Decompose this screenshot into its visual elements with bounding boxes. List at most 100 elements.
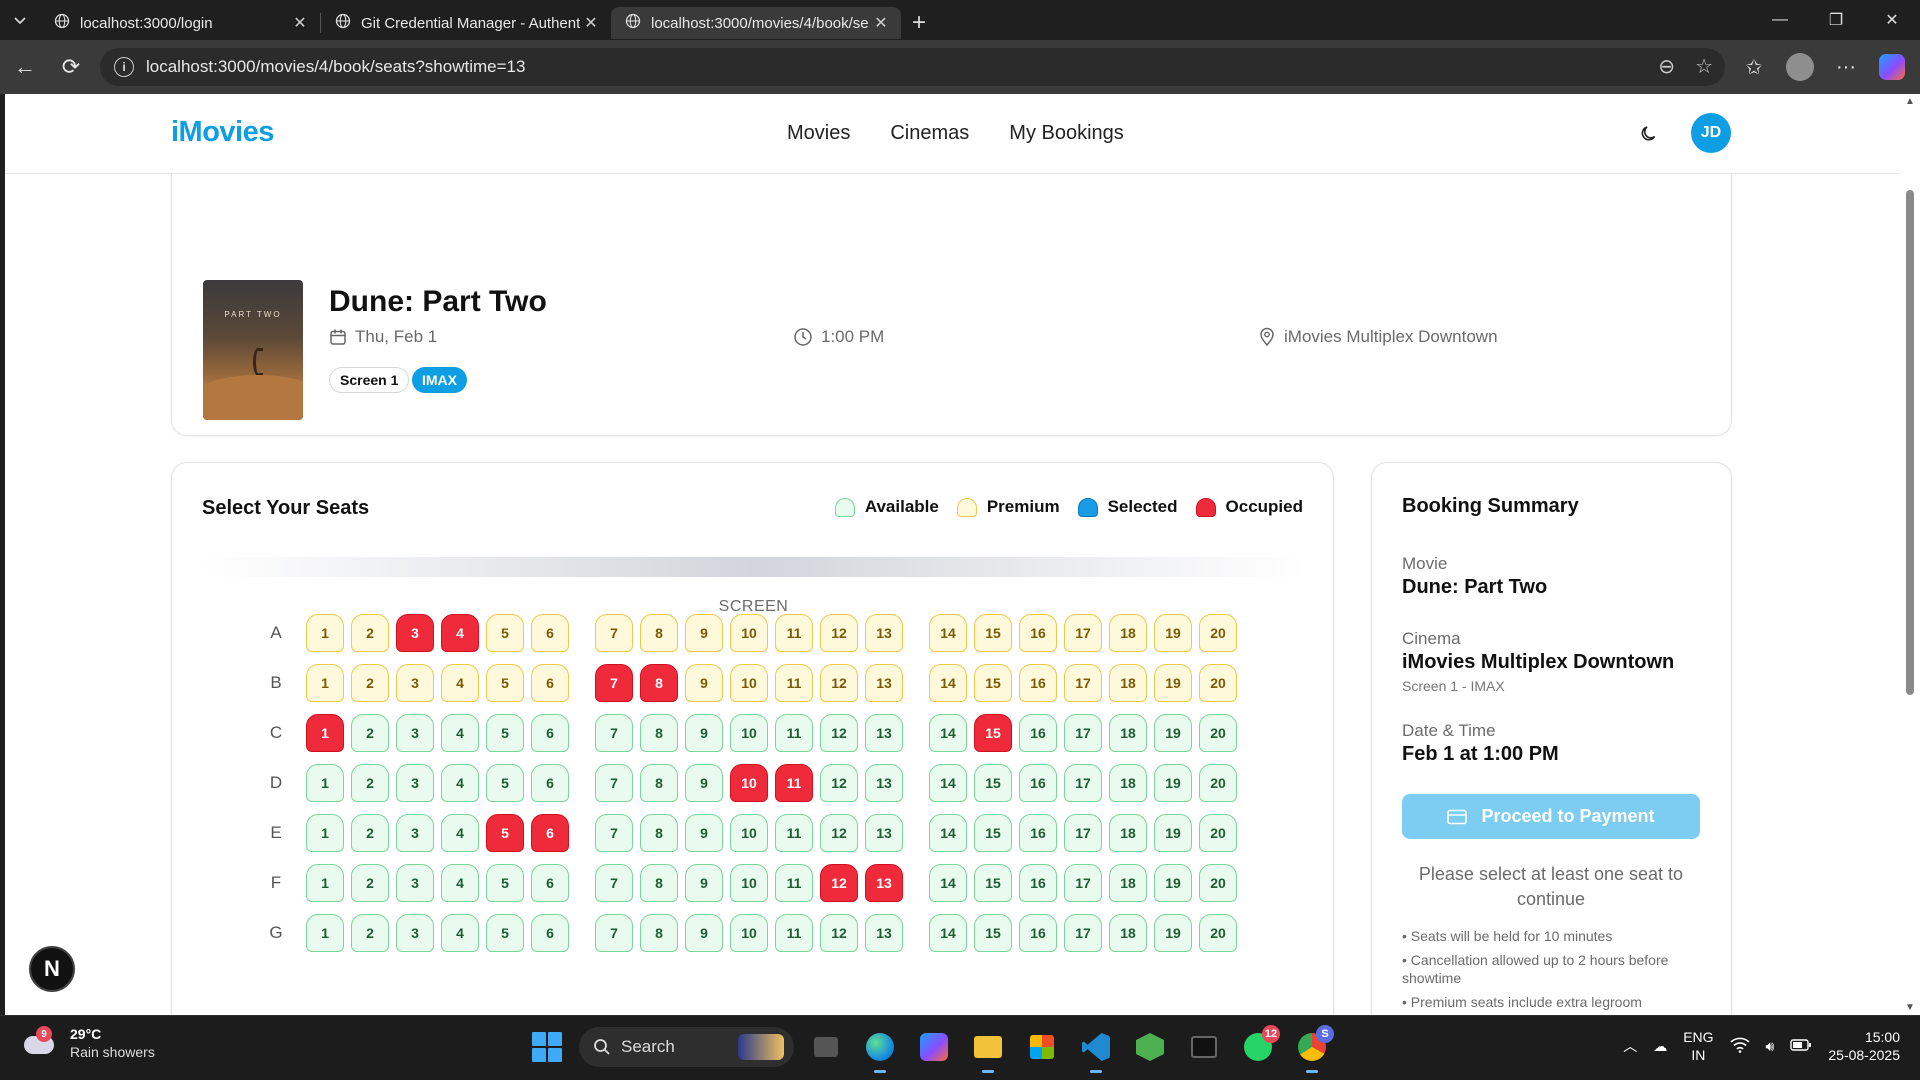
seat-c19[interactable]: 19 bbox=[1154, 714, 1192, 752]
seat-f16[interactable]: 16 bbox=[1019, 864, 1057, 902]
tab-actions-chevron-icon[interactable] bbox=[0, 0, 40, 40]
seat-b12[interactable]: 12 bbox=[820, 664, 858, 702]
seat-e11[interactable]: 11 bbox=[775, 814, 813, 852]
seat-a9[interactable]: 9 bbox=[685, 614, 723, 652]
seat-b9[interactable]: 9 bbox=[685, 664, 723, 702]
task-view-icon[interactable] bbox=[804, 1025, 848, 1069]
seat-f7[interactable]: 7 bbox=[595, 864, 633, 902]
seat-g1[interactable]: 1 bbox=[306, 914, 344, 952]
seat-f19[interactable]: 19 bbox=[1154, 864, 1192, 902]
taskbar-search[interactable]: Search bbox=[579, 1027, 794, 1067]
seat-g4[interactable]: 4 bbox=[441, 914, 479, 952]
seat-e7[interactable]: 7 bbox=[595, 814, 633, 852]
back-arrow-icon[interactable]: ← bbox=[2, 47, 48, 87]
seat-b16[interactable]: 16 bbox=[1019, 664, 1057, 702]
seat-e13[interactable]: 13 bbox=[865, 814, 903, 852]
seat-c7[interactable]: 7 bbox=[595, 714, 633, 752]
browser-tab-login[interactable]: localhost:3000/login ✕ bbox=[40, 7, 320, 39]
seat-b13[interactable]: 13 bbox=[865, 664, 903, 702]
seat-g15[interactable]: 15 bbox=[974, 914, 1012, 952]
seat-g2[interactable]: 2 bbox=[351, 914, 389, 952]
nav-cinemas[interactable]: Cinemas bbox=[890, 122, 969, 145]
reload-icon[interactable]: ⟳ bbox=[48, 47, 94, 87]
seat-g17[interactable]: 17 bbox=[1064, 914, 1102, 952]
browser-tab-book-seats[interactable]: localhost:3000/movies/4/book/se ✕ bbox=[611, 7, 901, 39]
seat-g9[interactable]: 9 bbox=[685, 914, 723, 952]
seat-c16[interactable]: 16 bbox=[1019, 714, 1057, 752]
seat-d4[interactable]: 4 bbox=[441, 764, 479, 802]
seat-f17[interactable]: 17 bbox=[1064, 864, 1102, 902]
seat-a8[interactable]: 8 bbox=[640, 614, 678, 652]
seat-d7[interactable]: 7 bbox=[595, 764, 633, 802]
volume-icon[interactable]: 🔊︎ bbox=[1766, 1038, 1775, 1055]
seat-a12[interactable]: 12 bbox=[820, 614, 858, 652]
seat-e8[interactable]: 8 bbox=[640, 814, 678, 852]
seat-c17[interactable]: 17 bbox=[1064, 714, 1102, 752]
close-icon[interactable]: ✕ bbox=[290, 13, 310, 33]
seat-f9[interactable]: 9 bbox=[685, 864, 723, 902]
taskbar-clock[interactable]: 15:00 25-08-2025 bbox=[1828, 1028, 1900, 1064]
nextjs-devtools-icon[interactable]: N bbox=[29, 946, 75, 992]
seat-b20[interactable]: 20 bbox=[1199, 664, 1237, 702]
seat-f8[interactable]: 8 bbox=[640, 864, 678, 902]
seat-e19[interactable]: 19 bbox=[1154, 814, 1192, 852]
seat-b14[interactable]: 14 bbox=[929, 664, 967, 702]
seat-a17[interactable]: 17 bbox=[1064, 614, 1102, 652]
more-menu-icon[interactable]: ··· bbox=[1826, 47, 1866, 87]
seat-d18[interactable]: 18 bbox=[1109, 764, 1147, 802]
seat-e1[interactable]: 1 bbox=[306, 814, 344, 852]
seat-e4[interactable]: 4 bbox=[441, 814, 479, 852]
seat-b1[interactable]: 1 bbox=[306, 664, 344, 702]
seat-f18[interactable]: 18 bbox=[1109, 864, 1147, 902]
nav-my-bookings[interactable]: My Bookings bbox=[1009, 122, 1124, 145]
seat-d13[interactable]: 13 bbox=[865, 764, 903, 802]
seat-e18[interactable]: 18 bbox=[1109, 814, 1147, 852]
seat-g12[interactable]: 12 bbox=[820, 914, 858, 952]
address-bar[interactable]: i localhost:3000/movies/4/book/seats?sho… bbox=[100, 48, 1725, 86]
seat-e9[interactable]: 9 bbox=[685, 814, 723, 852]
seat-b6[interactable]: 6 bbox=[531, 664, 569, 702]
seat-d3[interactable]: 3 bbox=[396, 764, 434, 802]
whatsapp-icon[interactable]: 12 bbox=[1236, 1025, 1280, 1069]
seat-g8[interactable]: 8 bbox=[640, 914, 678, 952]
seat-e3[interactable]: 3 bbox=[396, 814, 434, 852]
seat-d6[interactable]: 6 bbox=[531, 764, 569, 802]
battery-icon[interactable] bbox=[1790, 1038, 1812, 1055]
seat-f10[interactable]: 10 bbox=[730, 864, 768, 902]
seat-b11[interactable]: 11 bbox=[775, 664, 813, 702]
seat-d2[interactable]: 2 bbox=[351, 764, 389, 802]
seat-f3[interactable]: 3 bbox=[396, 864, 434, 902]
close-window-icon[interactable]: ✕ bbox=[1864, 0, 1920, 40]
close-icon[interactable]: ✕ bbox=[871, 13, 891, 33]
seat-d1[interactable]: 1 bbox=[306, 764, 344, 802]
seat-d12[interactable]: 12 bbox=[820, 764, 858, 802]
seat-g10[interactable]: 10 bbox=[730, 914, 768, 952]
seat-a14[interactable]: 14 bbox=[929, 614, 967, 652]
microsoft-store-icon[interactable] bbox=[1020, 1025, 1064, 1069]
seat-c3[interactable]: 3 bbox=[396, 714, 434, 752]
seat-b2[interactable]: 2 bbox=[351, 664, 389, 702]
seat-f2[interactable]: 2 bbox=[351, 864, 389, 902]
seat-c4[interactable]: 4 bbox=[441, 714, 479, 752]
seat-c20[interactable]: 20 bbox=[1199, 714, 1237, 752]
seat-f5[interactable]: 5 bbox=[486, 864, 524, 902]
seat-g19[interactable]: 19 bbox=[1154, 914, 1192, 952]
seat-f14[interactable]: 14 bbox=[929, 864, 967, 902]
input-language[interactable]: ENG IN bbox=[1683, 1028, 1713, 1064]
seat-d16[interactable]: 16 bbox=[1019, 764, 1057, 802]
seat-b19[interactable]: 19 bbox=[1154, 664, 1192, 702]
page-scrollbar[interactable]: ▲ ▼ bbox=[1900, 94, 1920, 1015]
seat-b5[interactable]: 5 bbox=[486, 664, 524, 702]
seat-b10[interactable]: 10 bbox=[730, 664, 768, 702]
seat-f15[interactable]: 15 bbox=[974, 864, 1012, 902]
chrome-icon[interactable]: S bbox=[1290, 1025, 1334, 1073]
dark-mode-moon-icon[interactable] bbox=[1635, 120, 1663, 148]
seat-g13[interactable]: 13 bbox=[865, 914, 903, 952]
show-hidden-icons-chevron-icon[interactable]: ︿ bbox=[1623, 1036, 1637, 1056]
seat-f4[interactable]: 4 bbox=[441, 864, 479, 902]
seat-a13[interactable]: 13 bbox=[865, 614, 903, 652]
seat-d5[interactable]: 5 bbox=[486, 764, 524, 802]
seat-a1[interactable]: 1 bbox=[306, 614, 344, 652]
browser-tab-git-credential[interactable]: Git Credential Manager - Authent ✕ bbox=[321, 7, 611, 39]
seat-e17[interactable]: 17 bbox=[1064, 814, 1102, 852]
